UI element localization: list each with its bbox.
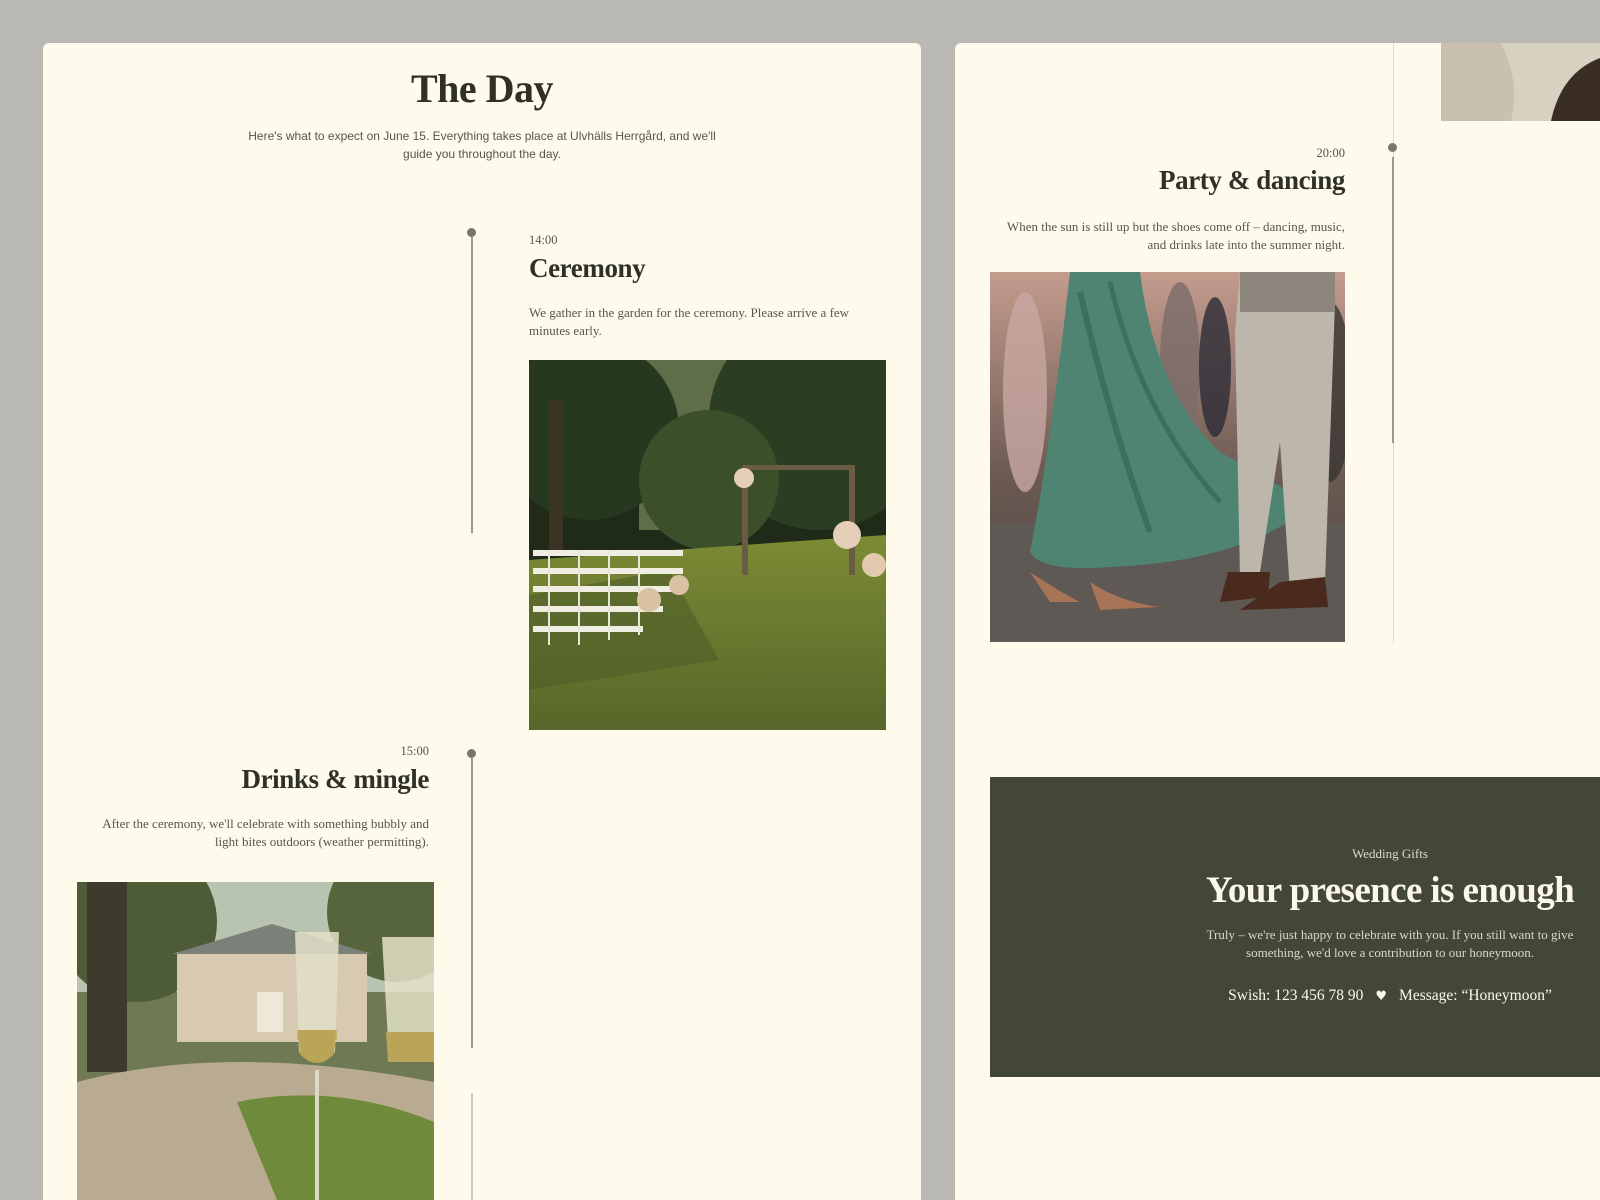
- event-title: Party & dancing: [1159, 165, 1345, 195]
- timeline-card-right: 20:00 Party & dancing When the sun is st…: [955, 43, 1600, 1200]
- timeline-dot: [467, 749, 476, 758]
- champagne-photo: [77, 882, 434, 1200]
- dancing-photo: [990, 272, 1345, 642]
- timeline-card-left: The Day Here's what to expect on June 15…: [43, 43, 921, 1200]
- couple-photo: [1441, 43, 1600, 121]
- event-time: 20:00: [1316, 146, 1345, 160]
- garden-ceremony-photo: [529, 360, 886, 730]
- gift-body: Truly – we're just happy to celebrate wi…: [1206, 927, 1574, 960]
- event-description: After the ceremony, we'll celebrate with…: [102, 816, 429, 849]
- heart-icon: ♥: [1375, 989, 1388, 1004]
- gift-title: Your presence is enough: [1205, 870, 1575, 911]
- event-description: When the sun is still up but the shoes c…: [1006, 219, 1345, 252]
- timeline-line: [471, 1093, 473, 1200]
- timeline-line: [1392, 157, 1394, 443]
- payment-message: Message: “Honeymoon”: [1399, 987, 1552, 1004]
- gift-eyebrow: Wedding Gifts: [1352, 846, 1428, 861]
- timeline-line: [471, 758, 473, 1048]
- event-title: Drinks & mingle: [241, 764, 429, 794]
- wedding-gifts-panel: Wedding Gifts Your presence is enough Tr…: [990, 777, 1600, 1077]
- event-description: We gather in the garden for the ceremony…: [529, 305, 850, 338]
- timeline-line: [471, 237, 473, 533]
- page-title: The Day: [410, 66, 554, 111]
- timeline-dot: [1388, 143, 1397, 152]
- event-time: 14:00: [529, 233, 558, 247]
- timeline-dot: [467, 228, 476, 237]
- payment-line: Swish: 123 456 78 90 ♥ Message: “Honeymoon…: [990, 987, 1600, 1005]
- event-title: Ceremony: [529, 253, 646, 283]
- event-time: 15:00: [400, 744, 429, 758]
- swish-number: Swish: 123 456 78 90: [1228, 987, 1364, 1004]
- page-intro: Here's what to expect on June 15. Everyt…: [248, 129, 716, 161]
